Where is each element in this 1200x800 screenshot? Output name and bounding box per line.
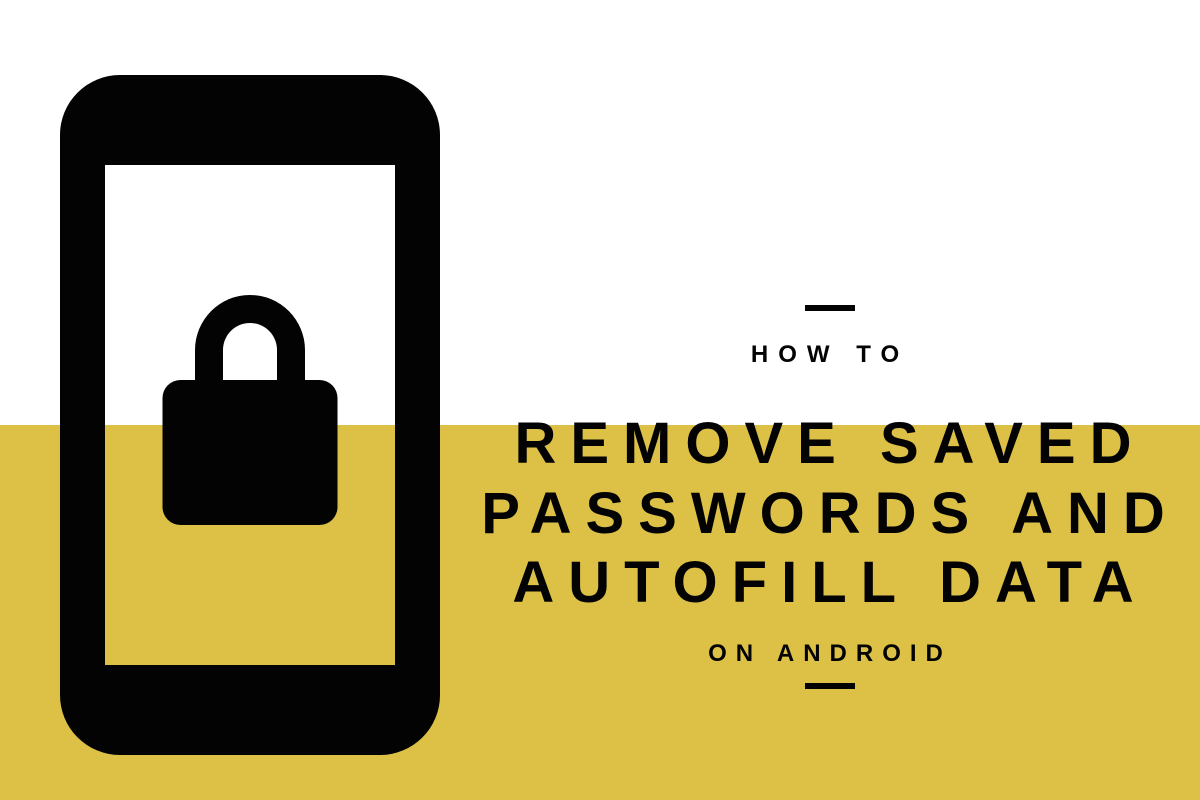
lock-icon (160, 295, 340, 525)
divider-bottom (805, 683, 855, 689)
lock-body (163, 380, 338, 525)
text-content-area: HOW TO REMOVE SAVED PASSWORDS AND AUTOFI… (460, 305, 1200, 689)
phone-silhouette-icon (60, 75, 440, 755)
divider-top (805, 305, 855, 311)
eyebrow-text: HOW TO (460, 341, 1200, 369)
subtitle-text: ON ANDROID (460, 640, 1200, 668)
phone-screen-area (105, 165, 395, 665)
main-title: REMOVE SAVED PASSWORDS AND AUTOFILL DATA (460, 409, 1200, 618)
